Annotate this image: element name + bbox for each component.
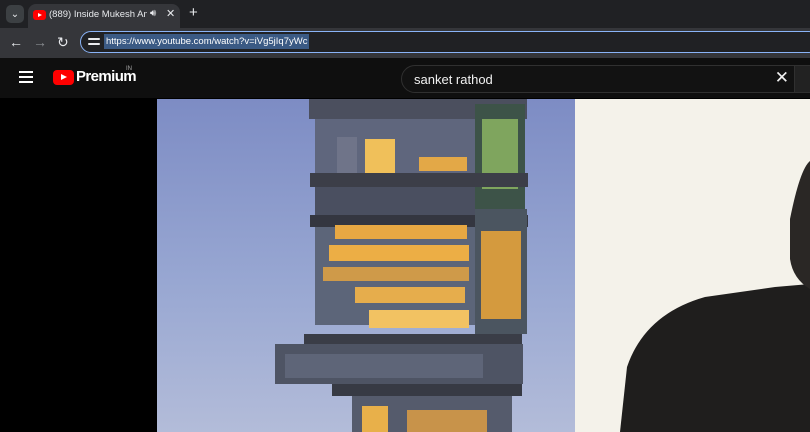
browser-tab[interactable]: (889) Inside Mukesh Ambani 🔊︎ ✕ bbox=[28, 4, 180, 28]
search-button[interactable] bbox=[794, 65, 810, 93]
forward-arrow-icon[interactable]: → bbox=[33, 34, 47, 50]
search-input[interactable]: sanket rathod ✕ bbox=[401, 65, 796, 93]
reload-icon[interactable]: ↻ bbox=[57, 34, 69, 50]
tab-title: (889) Inside Mukesh Ambani bbox=[49, 9, 147, 20]
speaker-icon[interactable]: 🔊︎ bbox=[150, 8, 156, 19]
tab-search-button[interactable]: ⌄ bbox=[6, 5, 24, 23]
browser-toolbar: ← → ↻ https://www.youtube.com/watch?v=iV… bbox=[0, 28, 810, 58]
antilia-tower-illustration bbox=[157, 99, 575, 432]
address-bar[interactable]: https://www.youtube.com/watch?v=iVg5jIq7… bbox=[80, 31, 810, 53]
url-text[interactable]: https://www.youtube.com/watch?v=iVg5jIq7… bbox=[104, 34, 310, 49]
video-frame-person bbox=[575, 99, 810, 432]
site-info-icon[interactable] bbox=[88, 37, 100, 47]
chevron-down-icon: ⌄ bbox=[10, 8, 20, 20]
tab-close-icon[interactable]: ✕ bbox=[166, 7, 175, 20]
video-frame-building bbox=[157, 99, 575, 432]
search-query[interactable]: sanket rathod bbox=[414, 72, 493, 87]
menu-icon[interactable] bbox=[19, 71, 33, 83]
close-icon[interactable]: ✕ bbox=[775, 68, 789, 88]
new-tab-button[interactable]: + bbox=[189, 4, 198, 22]
video-player[interactable] bbox=[157, 99, 810, 432]
youtube-header: Premium IN sanket rathod ✕ bbox=[0, 58, 810, 98]
back-arrow-icon[interactable]: ← bbox=[9, 34, 23, 50]
browser-tab-strip: ⌄ (889) Inside Mukesh Ambani 🔊︎ ✕ + bbox=[0, 0, 810, 28]
region-code: IN bbox=[126, 66, 132, 72]
youtube-logo-icon[interactable] bbox=[53, 70, 74, 85]
plus-icon: + bbox=[189, 4, 198, 21]
person-silhouette-illustration bbox=[575, 99, 810, 432]
youtube-favicon-icon bbox=[33, 10, 46, 20]
